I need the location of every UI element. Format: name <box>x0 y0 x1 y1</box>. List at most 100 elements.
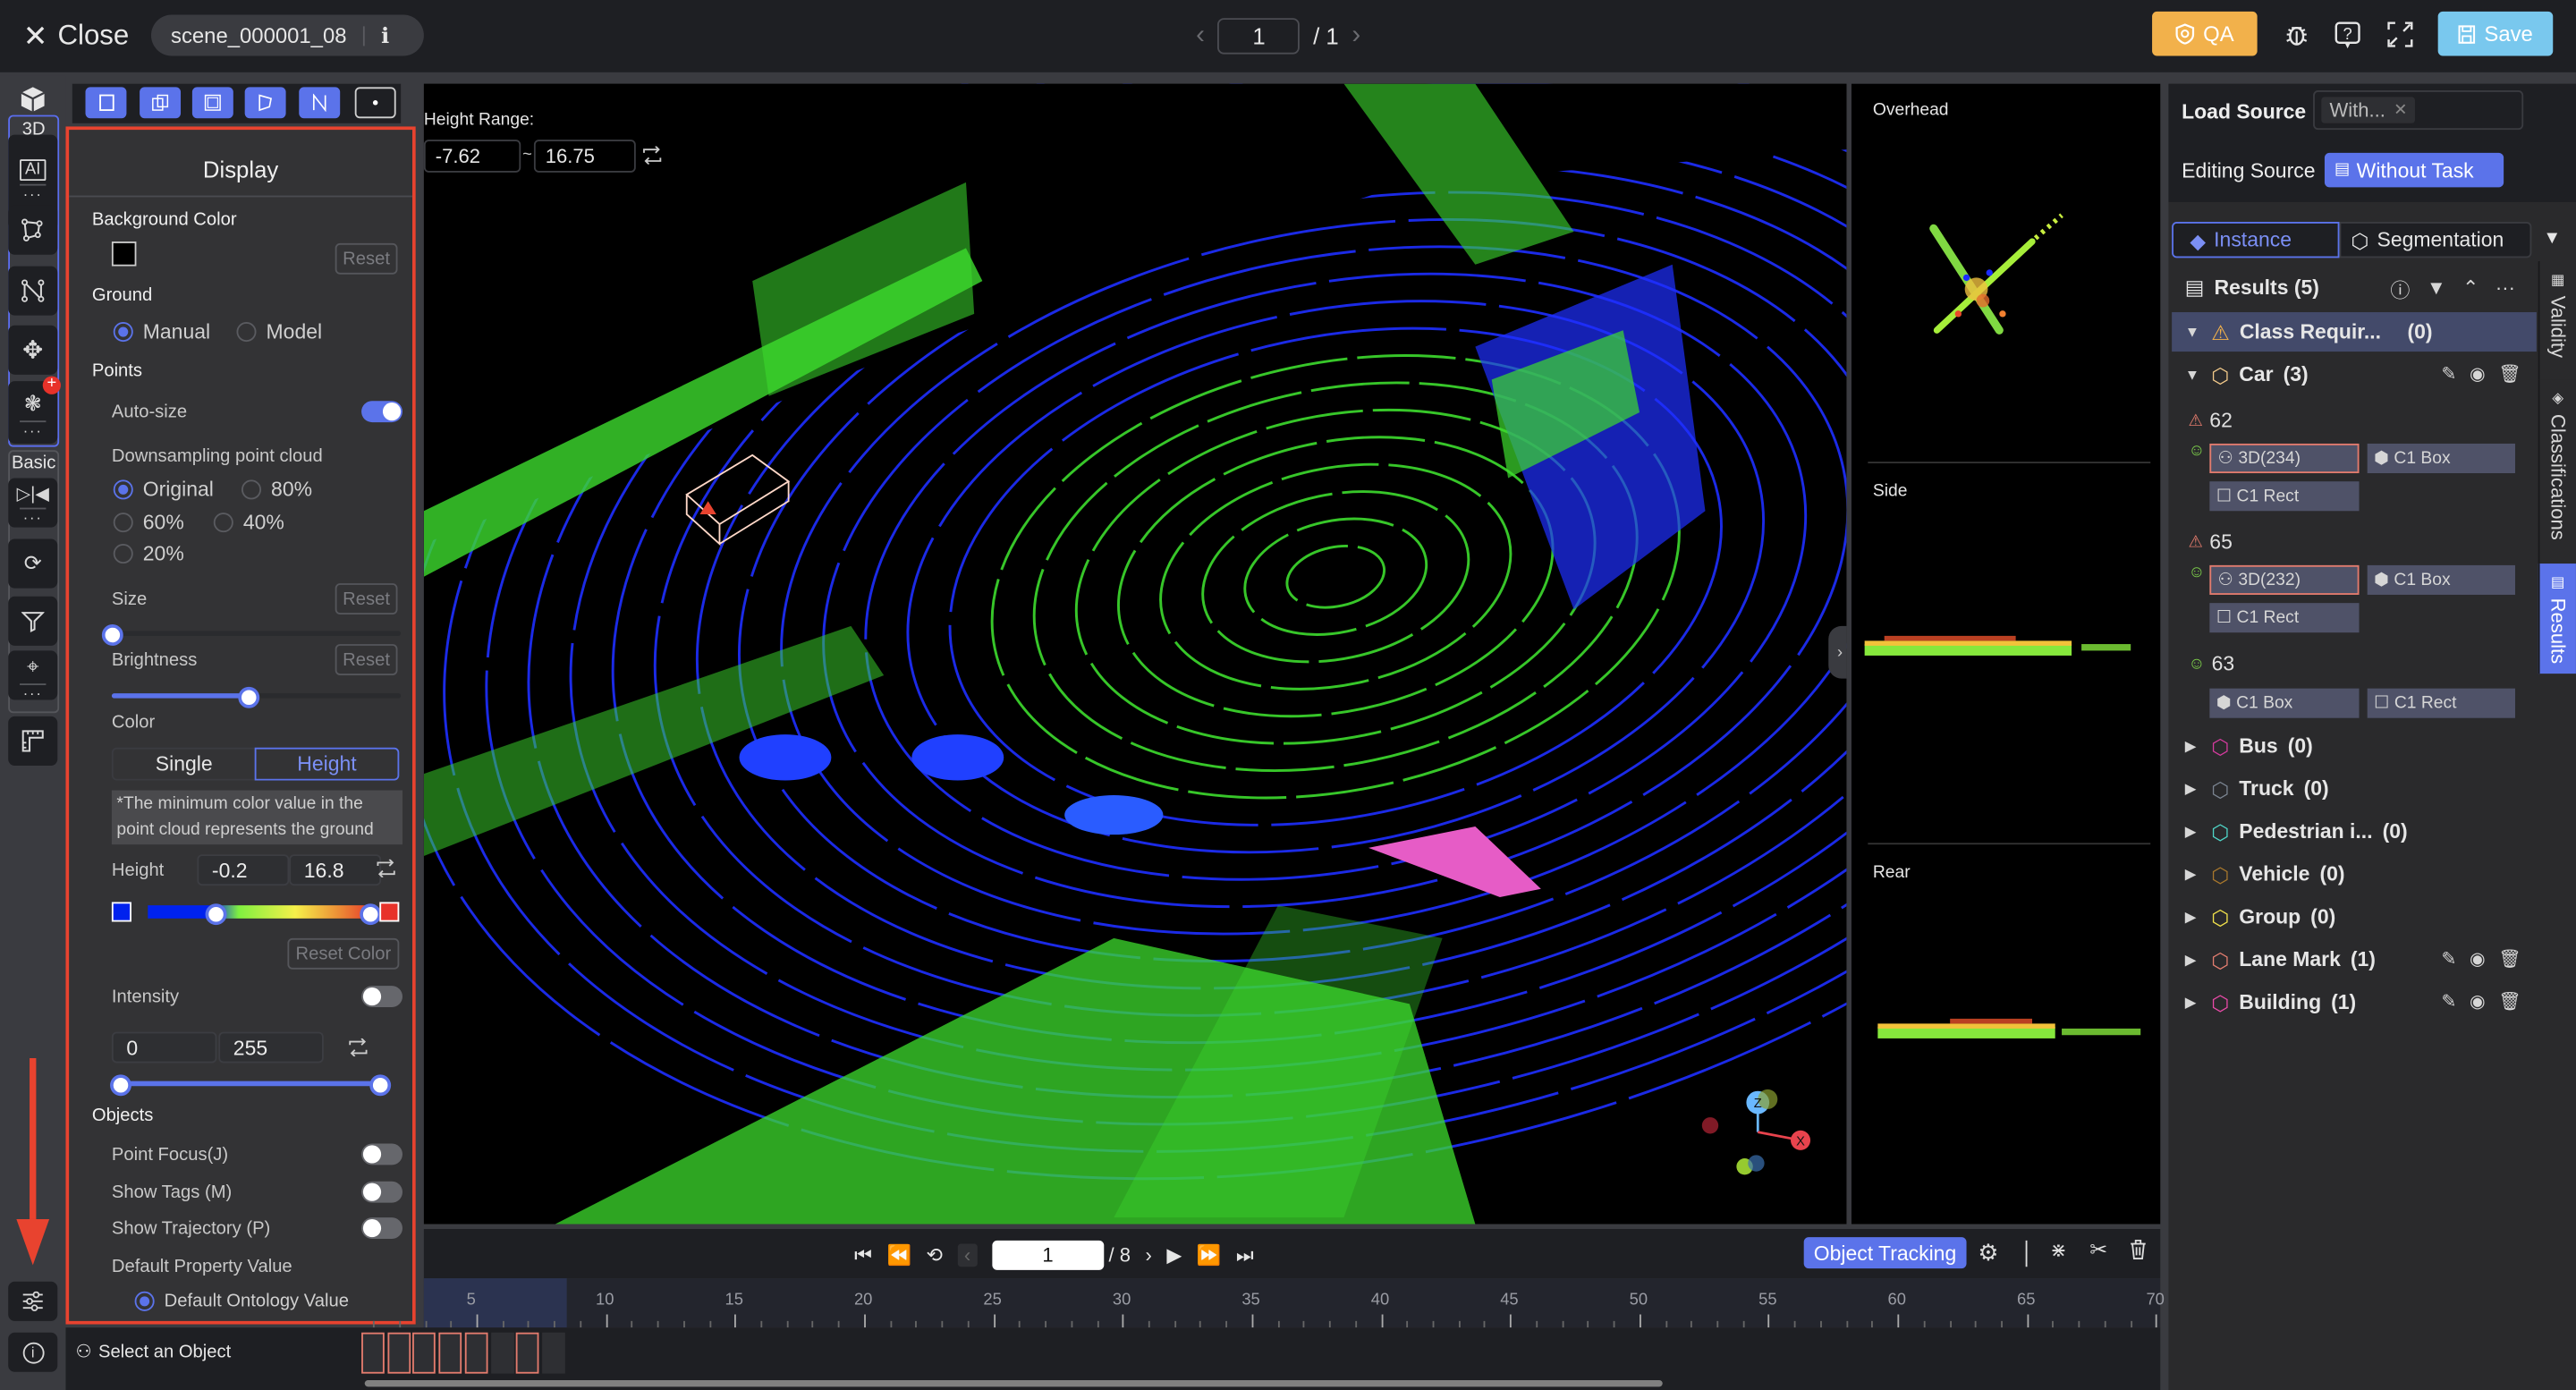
instance-tag[interactable]: ☐ C1 Rect <box>2367 688 2515 718</box>
trash-icon[interactable]: 🗑 <box>2498 363 2521 385</box>
instance-row[interactable]: ⚠ 65 <box>2188 530 2232 554</box>
edit-icon[interactable]: ✎ <box>2441 991 2456 1012</box>
size-reset-button[interactable]: Reset <box>335 583 398 615</box>
rect-tool-button[interactable] <box>85 87 127 119</box>
instance-tag[interactable]: ☐ C1 Rect <box>2209 603 2360 633</box>
ground-manual-radio[interactable]: Manual <box>113 320 210 343</box>
instance-row[interactable]: ☺ 63 <box>2188 652 2234 675</box>
help-icon[interactable]: ⓘ <box>2390 276 2410 304</box>
class-row[interactable]: ▶ ⬡ Bus (0) <box>2185 730 2313 763</box>
more-icon[interactable]: ··· <box>20 420 47 437</box>
instance-tag[interactable]: ⚇ 3D(234) <box>2209 443 2360 474</box>
eye-icon[interactable]: ◉ <box>2470 948 2486 970</box>
point-focus-toggle[interactable] <box>361 1143 402 1165</box>
frame-cell[interactable] <box>412 1332 436 1374</box>
side-tab-validity[interactable]: ▦ Validity <box>2538 261 2576 380</box>
downsample-20-radio[interactable]: 20% <box>113 542 184 565</box>
class-required-row[interactable]: ▼ ⚠ Class Requir... (0) <box>2185 316 2433 349</box>
class-row[interactable]: ▶ ⬡ Group (0) <box>2185 901 2335 934</box>
height-gradient-max-thumb[interactable] <box>360 903 382 926</box>
frame-cell[interactable] <box>386 1332 411 1374</box>
frame-cell[interactable] <box>516 1332 539 1374</box>
prev-frame-button[interactable]: ‹ <box>957 1243 978 1267</box>
more-icon[interactable]: ··· <box>20 507 47 525</box>
caret-right-icon[interactable]: ▶ <box>2185 737 2201 755</box>
side-tab-classifications[interactable]: ◈ Classifications <box>2538 379 2576 564</box>
caret-down-icon[interactable]: ▼ <box>2185 367 2201 383</box>
instance-tag[interactable]: ⚇ 3D(232) <box>2209 564 2360 595</box>
filter-icon[interactable]: ▼ <box>2427 276 2446 304</box>
eye-icon[interactable]: ◉ <box>2470 991 2486 1012</box>
rotate-tool-button[interactable]: ⟳ <box>8 538 58 589</box>
frame-cell[interactable] <box>541 1332 565 1374</box>
play-icon[interactable]: ▶ <box>1166 1244 1182 1267</box>
caret-right-icon[interactable]: ▶ <box>2185 951 2201 969</box>
frame-input[interactable]: 1 <box>992 1240 1104 1270</box>
close-button[interactable]: ✕ Close <box>23 16 130 55</box>
trash-icon[interactable]: 🗑 <box>2498 991 2521 1012</box>
replay-icon[interactable]: ⟲ <box>926 1244 942 1267</box>
frame-cell[interactable] <box>361 1332 385 1374</box>
ruler-tool-button[interactable] <box>8 716 58 766</box>
instance-row[interactable]: ⚠ 62 <box>2188 409 2232 432</box>
timeline-ruler[interactable]: 5 10 15 20 25 30 35 40 45 50 55 60 65 70 <box>373 1278 2165 1328</box>
collapse-sideviews-button[interactable]: › <box>1828 625 1847 679</box>
side-tab-results[interactable]: ▤ Results <box>2538 564 2576 674</box>
side-views-canvas[interactable] <box>1852 84 2160 1225</box>
next-frame-icon[interactable]: › <box>1145 1244 1151 1267</box>
downsample-80-radio[interactable]: 80% <box>241 479 312 501</box>
intensity-min-thumb[interactable] <box>110 1074 131 1097</box>
class-row[interactable]: ▶ ⬡ Truck (0) <box>2185 772 2329 805</box>
help-icon[interactable]: ? <box>2329 16 2365 52</box>
rewind-icon[interactable]: ⏪ <box>886 1244 911 1267</box>
trash-icon[interactable] <box>2129 1239 2147 1260</box>
height-range-max-input[interactable]: 16.75 <box>533 140 636 173</box>
info-button[interactable]: i <box>8 1332 58 1372</box>
filter-tool-button[interactable] <box>8 596 58 646</box>
intensity-max-input[interactable]: 255 <box>218 1031 324 1064</box>
height-color-gradient-slider[interactable] <box>148 905 375 919</box>
gear-icon[interactable]: ⚙ <box>1978 1239 1998 1267</box>
ground-model-radio[interactable]: Model <box>236 320 322 343</box>
height-range-min-input[interactable]: -7.62 <box>423 140 521 173</box>
frame-cell[interactable] <box>490 1332 513 1374</box>
intensity-min-input[interactable]: 0 <box>111 1031 217 1064</box>
editing-source-button[interactable]: ▤ Without Task <box>2324 152 2504 188</box>
more-icon[interactable]: ··· <box>20 682 47 700</box>
downsample-40-radio[interactable]: 40% <box>213 511 284 534</box>
object-tracking-button[interactable]: Object Tracking <box>1803 1237 1967 1269</box>
trash-icon[interactable]: 🗑 <box>2498 948 2521 970</box>
edit-icon[interactable]: ✎ <box>2441 363 2456 385</box>
show-tags-toggle[interactable] <box>361 1181 402 1203</box>
caret-right-icon[interactable]: ▶ <box>2185 865 2201 883</box>
brightness-reset-button[interactable]: Reset <box>335 644 398 675</box>
more-icon[interactable]: ··· <box>2496 276 2515 304</box>
caret-right-icon[interactable]: ▶ <box>2185 993 2201 1011</box>
split-icon[interactable]: ⋇ <box>2050 1239 2066 1262</box>
class-row[interactable]: ▶ ⬡ Building (1) <box>2185 986 2356 1019</box>
caret-down-icon[interactable]: ▼ <box>2185 324 2201 340</box>
max-color-swatch[interactable] <box>379 902 400 922</box>
3d-viewport[interactable]: ZX › <box>423 83 1847 1225</box>
move-tool-button[interactable]: ✥ <box>8 325 58 375</box>
intensity-toggle[interactable] <box>361 986 402 1008</box>
polyline-tool-button[interactable] <box>299 87 341 119</box>
class-row[interactable]: ▶ ⬡ Lane Mark (1) <box>2185 943 2376 976</box>
tab-instance[interactable]: ◆ Instance <box>2172 221 2340 259</box>
height-min-input[interactable]: -0.2 <box>197 854 290 886</box>
height-gradient-min-thumb[interactable] <box>205 903 227 926</box>
fullscreen-icon[interactable] <box>2382 16 2418 52</box>
size-slider-track[interactable] <box>111 631 402 636</box>
frame-cell[interactable] <box>438 1332 462 1374</box>
caret-right-icon[interactable]: ▶ <box>2185 908 2201 926</box>
intensity-max-thumb[interactable] <box>369 1074 392 1097</box>
more-icon[interactable]: ··· <box>20 183 47 201</box>
next-scene-icon[interactable]: › <box>1352 21 1360 50</box>
load-source-select[interactable]: With... ✕ <box>2313 90 2524 131</box>
timeline-scrollbar[interactable] <box>364 1379 1663 1387</box>
point-tool-button[interactable] <box>354 87 396 119</box>
class-row[interactable]: ▶ ⬡ Pedestrian i... (0) <box>2185 815 2408 848</box>
first-frame-icon[interactable]: ⏮ <box>854 1243 872 1268</box>
color-mode-single[interactable]: Single <box>111 747 257 781</box>
swap-icon[interactable] <box>642 146 662 165</box>
